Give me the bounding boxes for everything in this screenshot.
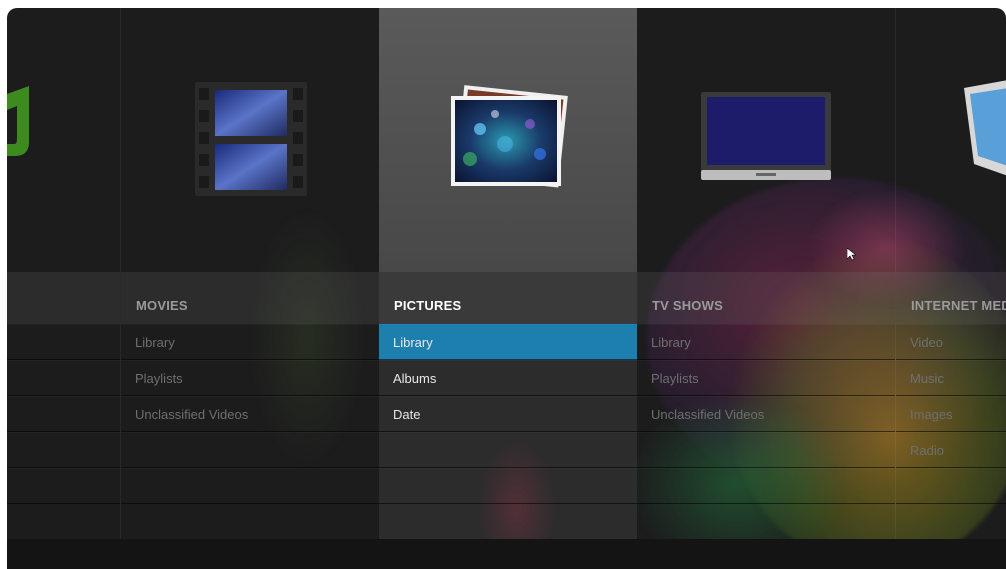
media-center-screen: MOVIES Library Playlists Unclassified Vi…: [7, 8, 1006, 569]
menu-list: Library Playlists Unclassified Videos: [121, 324, 379, 504]
menu-item-date[interactable]: Date: [379, 396, 637, 432]
menu-item-unclassified-videos[interactable]: Unclassified Videos: [121, 396, 379, 432]
menu-item-playlists[interactable]: Playlists: [637, 360, 895, 396]
section-title: PICTURES: [394, 298, 462, 313]
column-music[interactable]: [7, 8, 120, 569]
menu-item-library[interactable]: Library: [121, 324, 379, 360]
empty-row: [7, 468, 120, 504]
column-tv-shows[interactable]: TV SHOWS Library Playlists Unclassified …: [637, 8, 895, 569]
menu-list: Library Albums Date: [379, 324, 637, 504]
photo-stack-icon: [445, 84, 571, 199]
empty-row: [7, 396, 120, 432]
music-note-icon: [7, 86, 37, 163]
tablet-icon: [964, 80, 1006, 181]
bottom-bar: [7, 539, 1006, 569]
column-internet-media[interactable]: INTERNET MEDIA Video Music Images Radio: [896, 8, 1006, 569]
empty-row: [7, 432, 120, 468]
menu-item-library[interactable]: Library: [379, 324, 637, 360]
menu-item-albums[interactable]: Albums: [379, 360, 637, 396]
empty-row: [637, 432, 895, 468]
empty-row: [121, 468, 379, 504]
menu-list: [7, 324, 120, 504]
column-header-band: [7, 272, 120, 324]
empty-row: [7, 360, 120, 396]
empty-row: [379, 432, 637, 468]
menu-item-music[interactable]: Music: [896, 360, 1006, 396]
menu-item-library[interactable]: Library: [637, 324, 895, 360]
empty-row: [896, 468, 1006, 504]
mouse-cursor-icon: [846, 247, 857, 266]
menu-item-playlists[interactable]: Playlists: [121, 360, 379, 396]
section-title: MOVIES: [136, 298, 188, 313]
column-pictures[interactable]: PICTURES Library Albums Date: [379, 8, 637, 569]
film-strip-icon: [195, 82, 307, 201]
menu-item-unclassified-videos[interactable]: Unclassified Videos: [637, 396, 895, 432]
empty-row: [637, 468, 895, 504]
section-title: TV SHOWS: [652, 298, 723, 313]
column-movies[interactable]: MOVIES Library Playlists Unclassified Vi…: [121, 8, 379, 569]
menu-item-images[interactable]: Images: [896, 396, 1006, 432]
empty-row: [379, 468, 637, 504]
menu-item-radio[interactable]: Radio: [896, 432, 1006, 468]
empty-row: [7, 324, 120, 360]
section-title: INTERNET MEDIA: [911, 298, 1006, 313]
menu-item-video[interactable]: Video: [896, 324, 1006, 360]
menu-list: Library Playlists Unclassified Videos: [637, 324, 895, 504]
menu-list: Video Music Images Radio: [896, 324, 1006, 504]
television-icon: [701, 92, 831, 189]
empty-row: [121, 432, 379, 468]
